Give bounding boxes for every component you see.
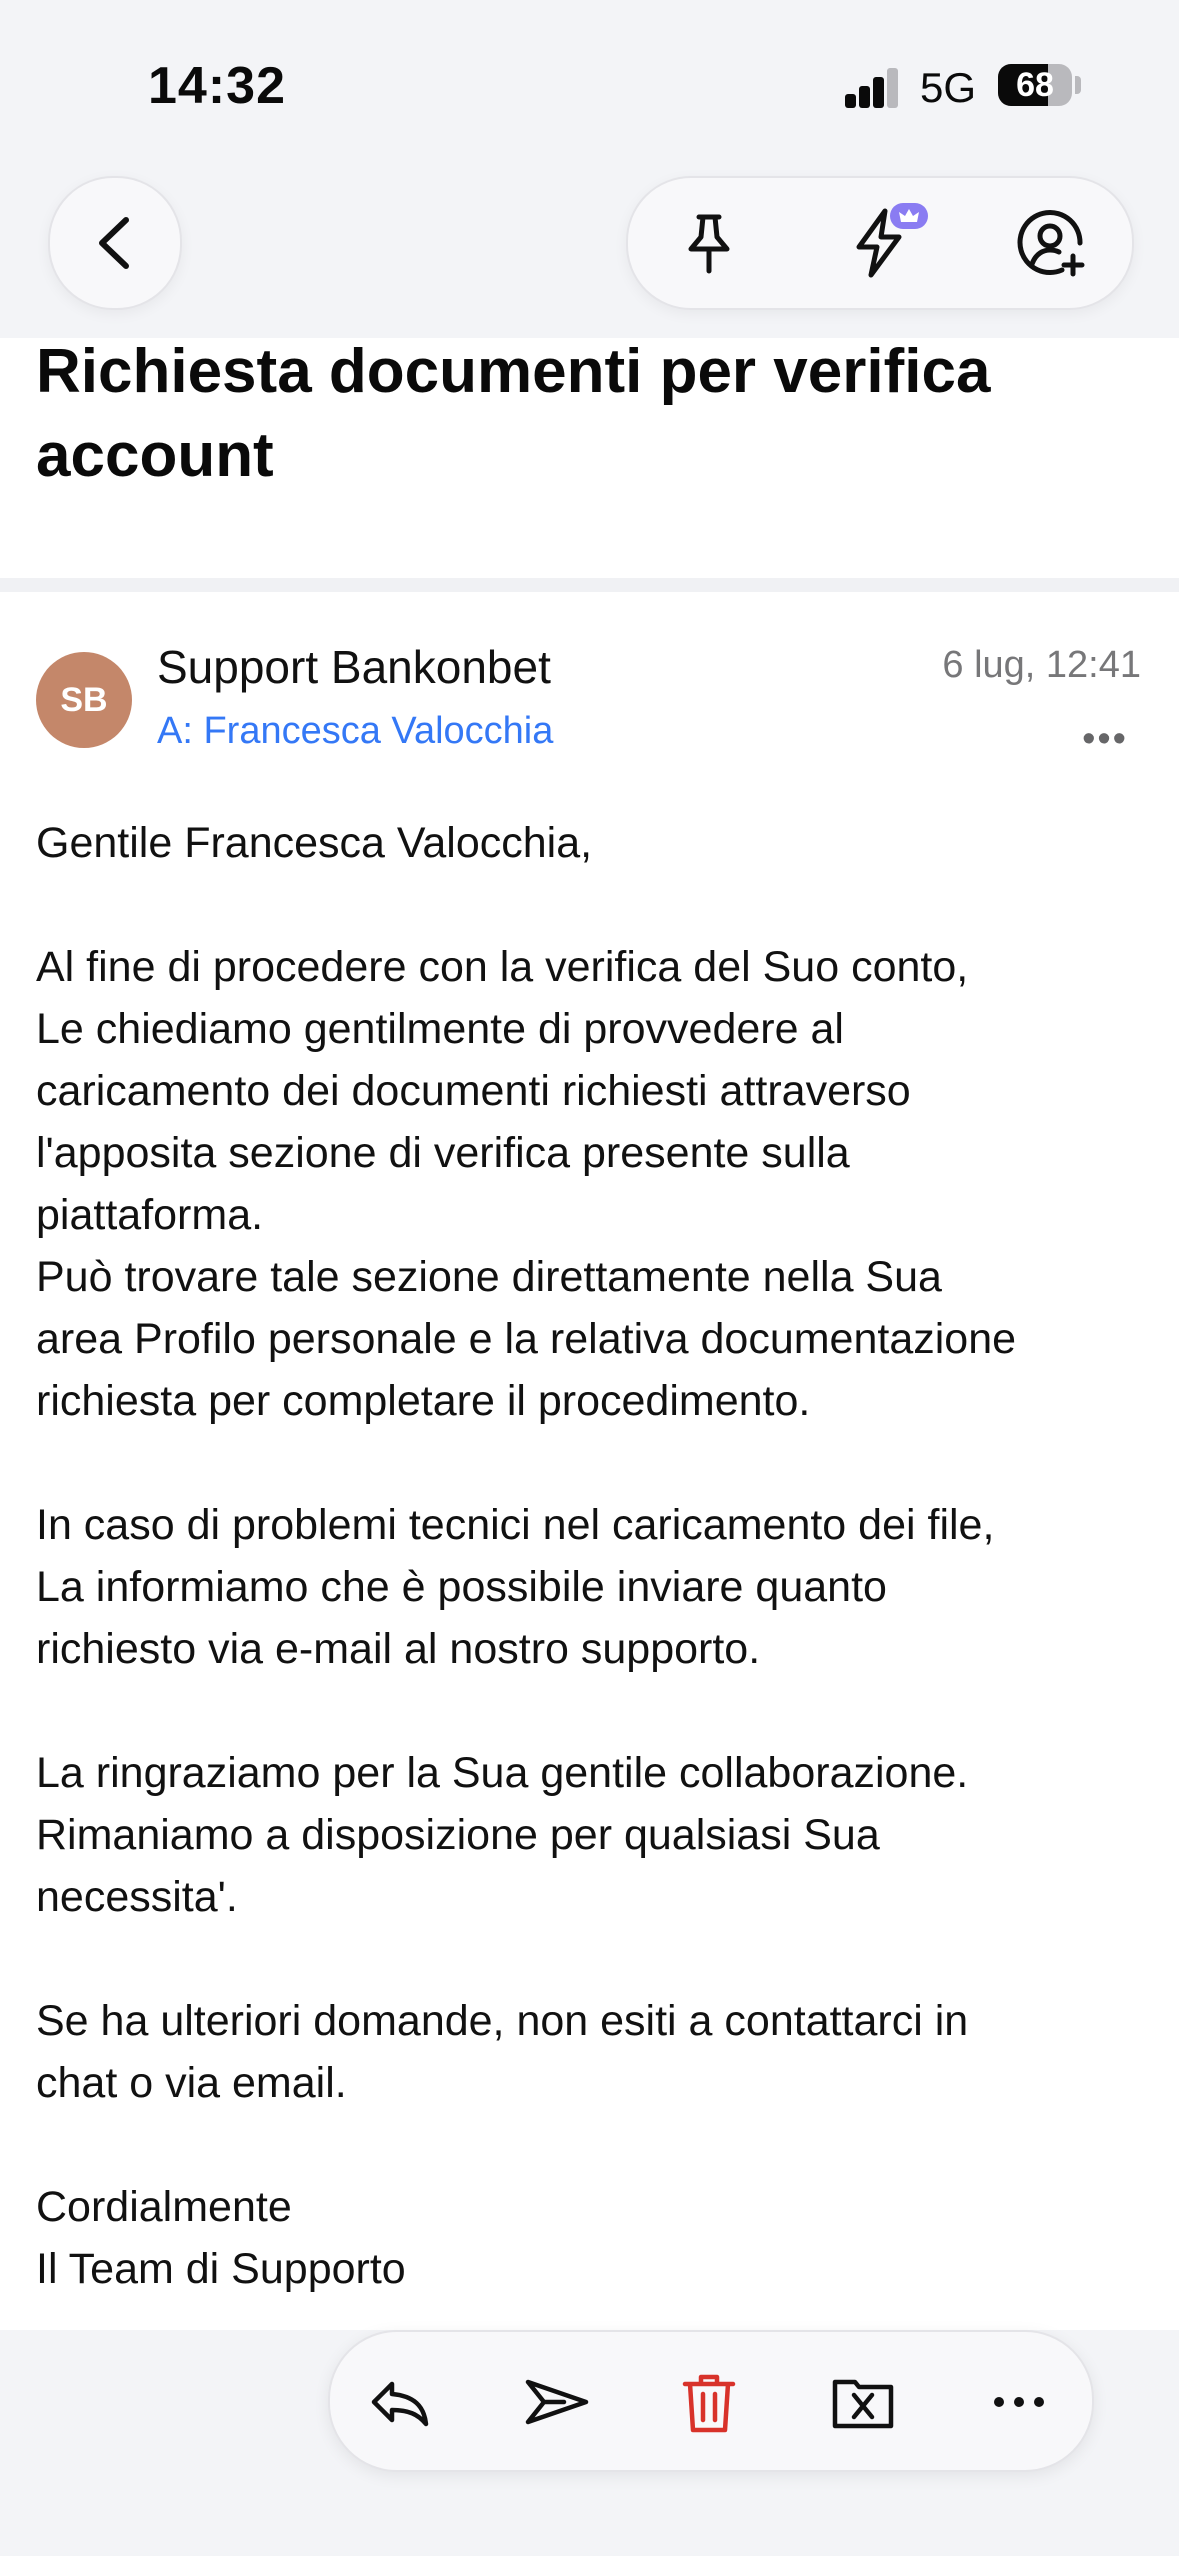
body-paragraph: Gentile Francesca Valocchia, — [36, 819, 593, 867]
reply-icon[interactable] — [364, 2366, 436, 2438]
network-type: 5G — [920, 64, 977, 111]
battery-icon: 68 — [998, 64, 1072, 106]
avatar[interactable]: SB — [36, 652, 132, 748]
forward-icon[interactable] — [520, 2366, 592, 2438]
chevron-left-icon — [99, 217, 129, 269]
divider — [0, 578, 1179, 592]
recipient-line[interactable]: A: Francesca Valocchia — [157, 710, 553, 753]
folder-x-icon[interactable] — [827, 2366, 899, 2438]
email-body: Gentile Francesca Valocchia, Al fine di … — [36, 812, 1151, 2362]
trash-icon[interactable] — [673, 2366, 745, 2438]
action-bar — [328, 2330, 1094, 2472]
battery-cap — [1075, 76, 1081, 94]
status-time: 14:32 — [148, 57, 286, 115]
pin-icon[interactable] — [669, 203, 749, 283]
body-paragraph: La ringraziamo per la Sua gentile collab… — [36, 1749, 969, 1921]
signal-icon — [845, 68, 899, 108]
email-date: 6 lug, 12:41 — [942, 644, 1141, 686]
sender-name[interactable]: Support Bankonbet — [157, 640, 551, 694]
crown-icon — [890, 203, 928, 229]
more-icon[interactable] — [983, 2366, 1055, 2438]
body-paragraph: In caso di problemi tecnici nel caricame… — [36, 1501, 995, 1673]
body-paragraph: Al fine di procedere con la verifica del… — [36, 943, 1017, 1425]
more-options-icon[interactable]: ••• — [1058, 718, 1128, 760]
person-add-icon[interactable] — [1010, 203, 1090, 283]
back-button[interactable] — [48, 176, 182, 310]
battery-level: 68 — [1016, 66, 1054, 104]
header-actions — [626, 176, 1134, 310]
email-subject: Richiesta documenti per verifica account — [36, 337, 991, 490]
body-paragraph: Se ha ulteriori domande, non esiti a con… — [36, 1997, 969, 2107]
body-signature: Cordialmente Il Team di Supporto — [36, 2183, 406, 2293]
